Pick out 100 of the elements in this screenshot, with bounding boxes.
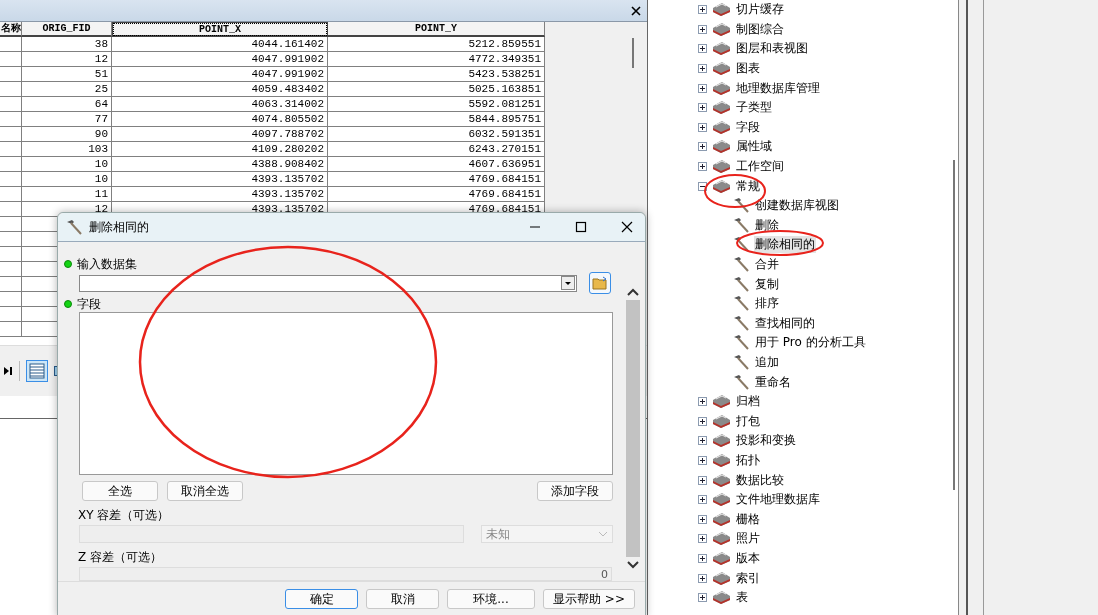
- tree-item[interactable]: 创建数据库视图: [754, 197, 840, 215]
- table-cell: 12: [22, 52, 112, 67]
- tree-item[interactable]: 归档: [735, 393, 761, 411]
- dialog-title: 删除相同的: [89, 218, 149, 236]
- tree-item[interactable]: 删除: [754, 216, 780, 234]
- expand-icon[interactable]: [698, 5, 707, 15]
- maximize-icon[interactable]: [575, 221, 587, 233]
- table-cell: 11: [22, 187, 112, 202]
- clear-all-button[interactable]: 取消全选: [167, 481, 243, 502]
- expand-icon[interactable]: [698, 44, 707, 54]
- column-header[interactable]: ORIG_FID: [22, 22, 112, 37]
- add-field-button[interactable]: 添加字段: [537, 481, 613, 502]
- expand-icon[interactable]: [698, 436, 707, 446]
- close-icon[interactable]: [631, 5, 641, 16]
- tree-item[interactable]: 索引: [735, 569, 761, 587]
- select-all-button[interactable]: 全选: [82, 481, 158, 502]
- expand-icon[interactable]: [698, 514, 707, 524]
- tree-item[interactable]: 投影和变换: [735, 432, 797, 450]
- dataset-dropdown[interactable]: [79, 274, 577, 292]
- table-cell: 4074.805502: [112, 112, 328, 127]
- table-cell: [0, 187, 22, 202]
- expand-icon[interactable]: [698, 455, 707, 465]
- dialog-button[interactable]: 环境...: [447, 589, 535, 609]
- tree-item[interactable]: 文件地理数据库: [735, 491, 821, 509]
- tree-item[interactable]: 工作空间: [735, 158, 785, 176]
- scroll-down-icon[interactable]: [627, 561, 639, 569]
- expand-icon[interactable]: [698, 142, 707, 152]
- tree-item[interactable]: 子类型: [735, 99, 773, 117]
- tree-item[interactable]: 栅格: [735, 510, 761, 528]
- table-cell: [0, 142, 22, 157]
- expand-icon[interactable]: [698, 122, 707, 132]
- column-header[interactable]: POINT_X: [112, 22, 328, 37]
- folder-icon: [592, 276, 608, 290]
- close-icon[interactable]: [621, 221, 633, 233]
- table-cell: 5423.538251: [328, 67, 545, 82]
- table-view-icon[interactable]: [26, 360, 48, 382]
- table-cell: 25: [22, 82, 112, 97]
- scrollbar[interactable]: [625, 288, 641, 569]
- dialog-button[interactable]: 显示帮助 >>: [543, 589, 635, 609]
- z-tolerance-field[interactable]: 0: [79, 567, 612, 581]
- expand-icon[interactable]: [698, 103, 707, 113]
- expand-icon[interactable]: [698, 553, 707, 563]
- dialog-button[interactable]: 确定: [285, 589, 358, 609]
- table-cell: [0, 67, 22, 82]
- browse-button[interactable]: [589, 272, 611, 294]
- tree-item[interactable]: 照片: [735, 530, 761, 548]
- last-record-icon[interactable]: [4, 367, 13, 375]
- expand-icon[interactable]: [698, 534, 707, 544]
- tree-item[interactable]: 复制: [754, 275, 780, 293]
- tree-item[interactable]: 重命名: [754, 373, 792, 391]
- tree-item[interactable]: 属性域: [735, 138, 773, 156]
- table-cell: 4393.135702: [112, 187, 328, 202]
- expand-icon[interactable]: [698, 162, 707, 172]
- hammer-icon: [733, 256, 750, 273]
- expand-icon[interactable]: [698, 83, 707, 93]
- expand-icon[interactable]: [698, 397, 707, 407]
- tree-item[interactable]: 制图综合: [735, 20, 785, 38]
- splitter-bar[interactable]: [958, 0, 968, 615]
- hammer-icon: [733, 197, 750, 215]
- column-header[interactable]: POINT_Y: [328, 22, 545, 37]
- toolbox-icon: [712, 531, 731, 547]
- tree-item[interactable]: 字段: [735, 118, 761, 136]
- tree-item[interactable]: 拓扑: [735, 451, 761, 469]
- field-label: Z 容差（可选）: [78, 549, 164, 566]
- toolbox-icon: [712, 2, 731, 18]
- expand-icon[interactable]: [698, 573, 707, 583]
- fields-list[interactable]: [79, 312, 613, 476]
- tree-item[interactable]: 表: [735, 589, 749, 607]
- toolbox-icon: [712, 159, 731, 175]
- annotation-ellipse: [703, 173, 767, 209]
- tree-item[interactable]: 版本: [735, 549, 761, 567]
- collapse-icon[interactable]: [698, 181, 707, 191]
- table-cell: 4059.483402: [112, 82, 328, 97]
- tree-item[interactable]: 排序: [754, 295, 780, 313]
- expand-icon[interactable]: [698, 495, 707, 505]
- expand-icon[interactable]: [698, 64, 707, 74]
- field-label: XY 容差（可选）: [78, 507, 171, 524]
- table-cell: 4393.135702: [112, 172, 328, 187]
- tree-item[interactable]: 地理数据库管理: [735, 79, 821, 97]
- tree-item[interactable]: 图层和表视图: [735, 40, 809, 58]
- expand-icon[interactable]: [698, 475, 707, 485]
- table-cell: [0, 52, 22, 67]
- tree-item[interactable]: 合并: [754, 256, 780, 273]
- column-header[interactable]: 名称: [0, 22, 22, 37]
- tree-item[interactable]: 查找相同的: [754, 314, 816, 332]
- expand-icon[interactable]: [698, 416, 707, 426]
- scroll-up-icon[interactable]: [627, 288, 639, 296]
- toolbox-icon: [712, 570, 731, 586]
- expand-icon[interactable]: [698, 593, 707, 603]
- tree-item[interactable]: 切片缓存: [735, 1, 785, 19]
- tree-item[interactable]: 打包: [735, 412, 761, 430]
- tree-item[interactable]: 追加: [754, 354, 780, 371]
- toolbox-icon: [712, 80, 731, 96]
- tree-item[interactable]: 图表: [735, 60, 761, 78]
- tree-item[interactable]: 删除相同的: [754, 236, 816, 254]
- tree-item[interactable]: 用于 Pro 的分析工具: [754, 334, 867, 352]
- dialog-button[interactable]: 取消: [366, 589, 439, 609]
- expand-icon[interactable]: [698, 24, 707, 34]
- table-cell: 4769.684151: [328, 172, 545, 187]
- tree-item[interactable]: 数据比较: [735, 471, 785, 489]
